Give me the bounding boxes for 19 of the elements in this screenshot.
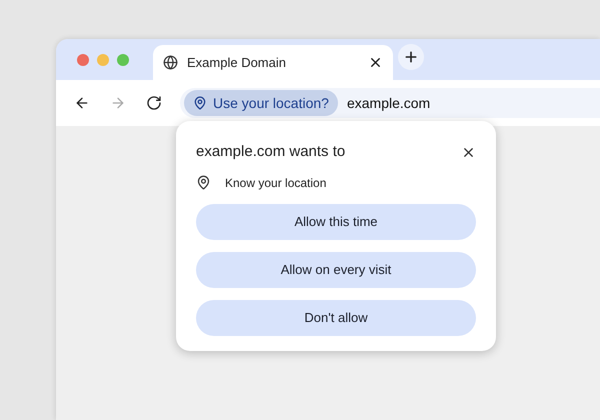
location-chip[interactable]: Use your location? <box>184 90 338 116</box>
reload-icon <box>146 95 162 111</box>
permission-button[interactable]: Allow this time <box>196 204 476 240</box>
permission-text: Know your location <box>225 174 326 192</box>
location-pin-icon <box>193 96 207 110</box>
location-pin-icon <box>196 175 211 190</box>
browser-tab[interactable]: Example Domain <box>153 45 393 80</box>
back-icon <box>74 95 90 111</box>
url-text: example.com <box>346 94 430 113</box>
new-tab-button[interactable] <box>398 44 424 70</box>
tab-title: Example Domain <box>187 54 287 72</box>
forward-icon <box>110 95 126 111</box>
permission-button[interactable]: Allow on every visit <box>196 252 476 288</box>
plus-icon <box>403 48 419 64</box>
globe-icon <box>163 55 178 70</box>
close-tab-icon[interactable] <box>368 55 383 70</box>
popup-title: example.com wants to <box>196 142 346 162</box>
permission-button[interactable]: Don't allow <box>196 300 476 336</box>
address-bar[interactable]: Use your location? example.com <box>180 88 600 118</box>
